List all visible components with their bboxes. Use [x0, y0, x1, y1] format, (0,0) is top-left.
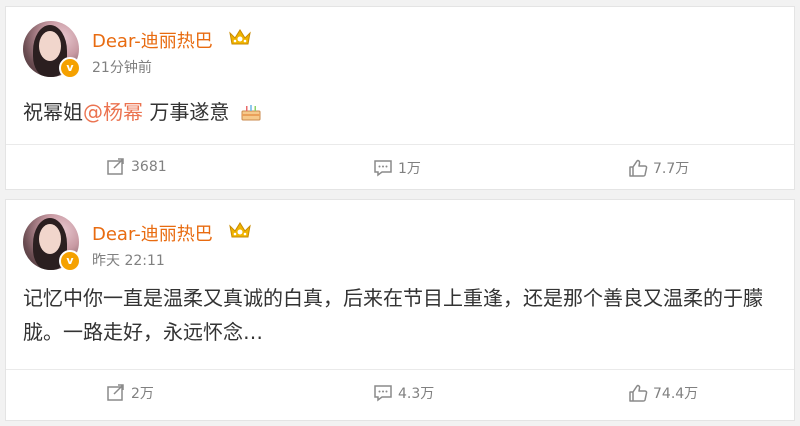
repost-icon [107, 384, 124, 401]
post-text-prefix: 祝幂姐 [23, 100, 83, 124]
post-timestamp[interactable]: 21分钟前 [92, 57, 152, 77]
post-card: v Dear-迪丽热巴 昨天 22:11 记忆中你一直是温柔又真诚的白真，后来在… [5, 199, 795, 421]
post-text-suffix: 万事遂意 [143, 100, 230, 124]
repost-count: 2万 [131, 386, 154, 402]
divider [6, 144, 794, 145]
crown-vip-icon [229, 222, 251, 238]
like-button[interactable]: 7.7万 [628, 158, 689, 178]
like-count: 7.7万 [653, 161, 690, 177]
verified-badge-icon: v [59, 250, 81, 272]
comment-count: 4.3万 [398, 386, 435, 402]
avatar[interactable]: v [23, 214, 81, 272]
username-link[interactable]: Dear-迪丽热巴 [92, 220, 213, 246]
comment-button[interactable]: 1万 [373, 158, 421, 178]
like-button[interactable]: 74.4万 [628, 383, 698, 403]
comment-icon [374, 160, 392, 177]
repost-count: 3681 [131, 159, 167, 175]
repost-button[interactable]: 3681 [106, 158, 167, 176]
cake-icon [241, 105, 261, 121]
crown-vip-icon [229, 29, 251, 45]
username-link[interactable]: Dear-迪丽热巴 [92, 27, 213, 53]
verified-badge-icon: v [59, 57, 81, 79]
thumbs-up-icon [629, 159, 648, 177]
post-timestamp[interactable]: 昨天 22:11 [92, 250, 165, 270]
avatar[interactable]: v [23, 21, 81, 79]
mention-link[interactable]: @杨幂 [83, 100, 143, 124]
thumbs-up-icon [629, 384, 648, 402]
comment-count: 1万 [398, 161, 421, 177]
post-text: 祝幂姐@杨幂 万事遂意 [23, 95, 262, 129]
repost-button[interactable]: 2万 [106, 383, 154, 403]
like-count: 74.4万 [653, 386, 699, 402]
post-card: v Dear-迪丽热巴 21分钟前 祝幂姐@杨幂 万事遂意 3681 1万 7.… [5, 6, 795, 190]
comment-icon [374, 385, 392, 402]
weibo-feed: v Dear-迪丽热巴 21分钟前 祝幂姐@杨幂 万事遂意 3681 1万 7.… [0, 0, 800, 426]
repost-icon [107, 158, 124, 175]
comment-button[interactable]: 4.3万 [373, 383, 434, 403]
divider [6, 369, 794, 370]
post-text: 记忆中你一直是温柔又真诚的白真，后来在节目上重逢，还是那个善良又温柔的于朦胧。一… [23, 286, 763, 344]
